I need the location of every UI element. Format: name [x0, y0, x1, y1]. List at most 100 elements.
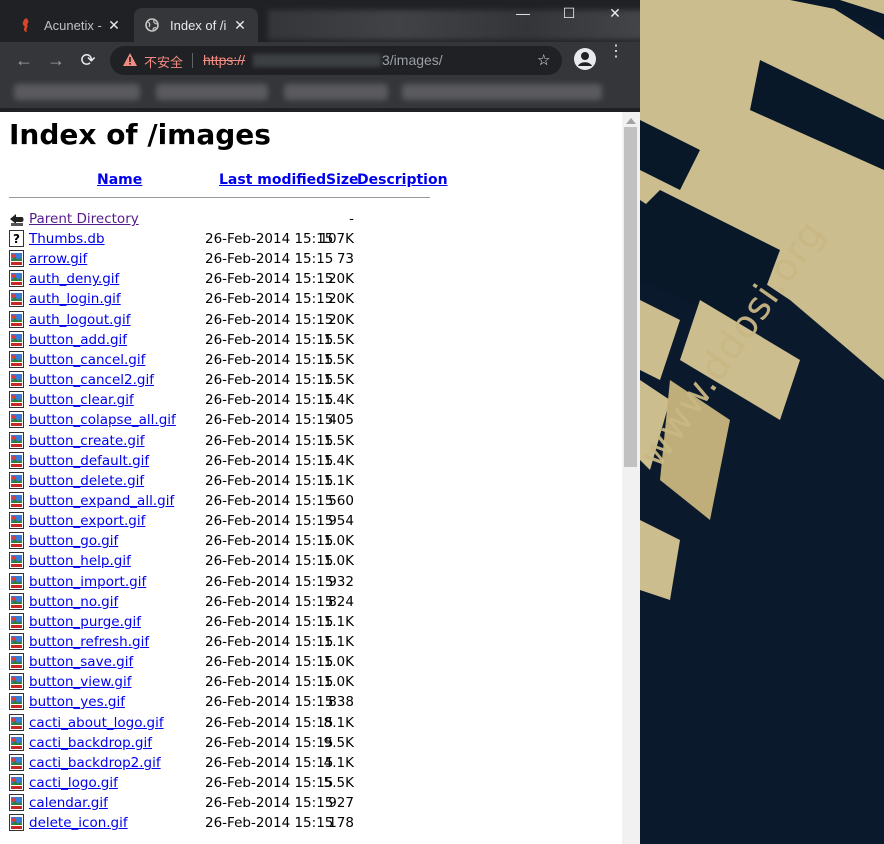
image-file-icon: [9, 491, 25, 509]
file-row: button_refresh.gif 26-Feb-2014 15:15 1.1K: [9, 631, 469, 651]
address-bar[interactable]: 不安全 https:// 3/images/ ☆: [110, 46, 562, 75]
file-modified: 26-Feb-2014 15:15: [205, 351, 334, 368]
bookmark-item[interactable]: [14, 84, 140, 100]
sort-by-modified-link[interactable]: Last modified: [219, 172, 326, 188]
file-link[interactable]: button_save.gif: [29, 654, 133, 670]
file-link[interactable]: cacti_backdrop2.gif: [29, 755, 161, 771]
file-link[interactable]: button_purge.gif: [29, 614, 141, 630]
tab-acunetix[interactable]: Acunetix - ✕: [8, 8, 132, 42]
image-file-icon: [9, 532, 25, 550]
file-link[interactable]: calendar.gif: [29, 795, 108, 811]
sort-by-name-link[interactable]: Name: [97, 172, 142, 188]
image-file-icon: [9, 371, 25, 389]
file-size: 1.5K: [323, 372, 354, 389]
sort-by-size-link[interactable]: Size: [326, 172, 359, 188]
image-file-icon: [9, 753, 25, 771]
file-size: 20K: [327, 271, 354, 288]
file-modified: 26-Feb-2014 15:15: [205, 472, 334, 489]
back-arrow-icon[interactable]: ←: [10, 46, 38, 74]
file-link[interactable]: button_no.gif: [29, 594, 118, 610]
file-size: 1.1K: [323, 634, 354, 650]
file-link[interactable]: arrow.gif: [29, 251, 87, 267]
back-folder-icon: [10, 214, 24, 226]
file-size: 5.5K: [323, 775, 354, 792]
file-row: button_purge.gif 26-Feb-2014 15:15 1.1K: [9, 611, 469, 631]
file-link[interactable]: button_delete.gif: [29, 473, 144, 489]
file-modified: 26-Feb-2014 15:15: [205, 734, 334, 751]
not-secure-label[interactable]: 不安全: [144, 52, 183, 71]
parent-directory-link[interactable]: Parent Directory: [29, 211, 139, 227]
file-row: button_help.gif 26-Feb-2014 15:15 1.0K: [9, 550, 469, 570]
file-row: button_delete.gif 26-Feb-2014 15:15 1.1K: [9, 470, 469, 490]
file-link[interactable]: cacti_about_logo.gif: [29, 715, 164, 731]
file-link[interactable]: button_create.gif: [29, 433, 145, 449]
image-file-icon: [9, 673, 25, 691]
vertical-scrollbar[interactable]: [622, 112, 640, 844]
close-tab-icon[interactable]: ✕: [232, 17, 248, 34]
forward-arrow-icon[interactable]: →: [42, 46, 70, 74]
menu-kebab-icon[interactable]: ⋮: [608, 44, 624, 60]
file-row: cacti_about_logo.gif 26-Feb-2014 15:15 8.1…: [9, 712, 469, 732]
file-link[interactable]: button_expand_all.gif: [29, 493, 174, 509]
file-modified: 26-Feb-2014 15:15: [205, 311, 334, 328]
file-modified: 26-Feb-2014 15:15: [205, 775, 334, 792]
file-modified: 26-Feb-2014 15:15: [205, 432, 334, 449]
file-modified: 26-Feb-2014 15:15: [205, 694, 334, 711]
file-link[interactable]: Thumbs.db: [29, 231, 105, 247]
file-link[interactable]: button_go.gif: [29, 533, 118, 549]
maximize-icon[interactable]: ☐: [546, 4, 592, 24]
file-link[interactable]: button_cancel2.gif: [29, 372, 154, 388]
reload-icon[interactable]: ⟳: [74, 46, 102, 74]
svg-text:?: ?: [13, 232, 20, 246]
file-link[interactable]: button_import.gif: [29, 574, 146, 590]
file-link[interactable]: delete_icon.gif: [29, 815, 128, 831]
image-file-icon: [9, 270, 25, 288]
file-link[interactable]: button_refresh.gif: [29, 634, 149, 650]
file-link[interactable]: button_colapse_all.gif: [29, 412, 176, 428]
file-link[interactable]: button_clear.gif: [29, 392, 134, 408]
file-link[interactable]: auth_deny.gif: [29, 271, 119, 287]
profile-avatar-icon[interactable]: [574, 48, 596, 70]
file-size: 107K: [319, 231, 354, 247]
file-modified: 26-Feb-2014 15:15: [205, 251, 334, 268]
bookmark-item[interactable]: [402, 84, 602, 100]
file-size: 4.1K: [323, 754, 354, 771]
file-link[interactable]: button_add.gif: [29, 332, 127, 348]
file-link[interactable]: button_yes.gif: [29, 694, 125, 710]
file-link[interactable]: auth_login.gif: [29, 291, 121, 307]
scrollbar-thumb[interactable]: [624, 127, 637, 467]
file-row: cacti_logo.gif 26-Feb-2014 15:15 5.5K: [9, 772, 469, 792]
close-window-icon[interactable]: ✕: [592, 4, 638, 24]
file-link[interactable]: cacti_backdrop.gif: [29, 735, 152, 751]
file-size: 8.1K: [323, 714, 354, 731]
image-file-icon: [9, 572, 25, 590]
parent-size: -: [349, 211, 354, 227]
bookmark-item[interactable]: [284, 84, 388, 100]
file-size: 1.5K: [323, 432, 354, 449]
close-tab-icon[interactable]: ✕: [106, 17, 122, 34]
file-row: button_colapse_all.gif 26-Feb-2014 15:15 4…: [9, 409, 469, 429]
file-size: 1.4K: [323, 452, 354, 469]
image-file-icon: [9, 653, 25, 671]
globe-icon: [144, 17, 160, 33]
file-link[interactable]: button_view.gif: [29, 674, 132, 690]
file-link[interactable]: button_default.gif: [29, 453, 149, 469]
file-link[interactable]: button_cancel.gif: [29, 352, 145, 368]
sort-by-description-link[interactable]: Description: [357, 172, 448, 188]
url-path: 3/images/: [382, 52, 443, 68]
minimize-icon[interactable]: —: [500, 4, 546, 24]
tab-index-of-images[interactable]: Index of /i ✕: [134, 8, 258, 42]
image-file-icon: [9, 733, 25, 751]
file-modified: 26-Feb-2014 15:15: [205, 613, 334, 630]
file-size: 20K: [327, 311, 354, 328]
bookmark-star-icon[interactable]: ☆: [537, 51, 550, 69]
file-link[interactable]: cacti_logo.gif: [29, 775, 118, 791]
toolbar: ← → ⟳ 不安全 https:// 3/images/ ☆ ⋮: [0, 42, 640, 78]
bookmark-item[interactable]: [156, 84, 268, 100]
scroll-up-arrow-icon[interactable]: [626, 118, 636, 124]
image-file-icon: [9, 451, 25, 469]
file-size: 927: [328, 795, 354, 812]
file-link[interactable]: button_export.gif: [29, 513, 145, 529]
file-link[interactable]: auth_logout.gif: [29, 312, 130, 328]
file-link[interactable]: button_help.gif: [29, 553, 131, 569]
